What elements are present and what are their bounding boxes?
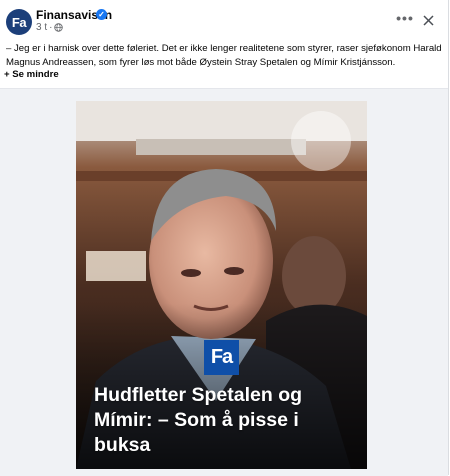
media-container: Fa Hudfletter Spetalen og Mímir: – Som å…	[0, 88, 448, 476]
page-avatar[interactable]: Fa	[6, 9, 32, 35]
finansavisen-logo: Fa	[204, 340, 239, 375]
verified-icon: ✓	[96, 9, 107, 20]
meta-separator: ·	[49, 22, 53, 33]
post-time[interactable]: 3 t	[36, 22, 47, 33]
close-icon	[422, 14, 434, 26]
see-less-button[interactable]: + Se mindre	[4, 69, 59, 80]
more-icon: •••	[396, 10, 414, 26]
image-headline: Hudfletter Spetalen og Mímir: – Som å pi…	[94, 384, 303, 456]
post-meta: 3 t ·	[36, 22, 64, 33]
more-options-button[interactable]: •••	[394, 11, 416, 29]
post-caption: – Jeg er i harnisk over dette føleriet. …	[6, 43, 442, 68]
close-button[interactable]	[418, 10, 438, 30]
post-image[interactable]: Fa Hudfletter Spetalen og Mímir: – Som å…	[76, 101, 367, 469]
globe-icon	[54, 23, 64, 32]
feed-post: Fa Finansavisen ✓ 3 t · ••• – Jeg er i h…	[0, 0, 449, 476]
post-header: Fa Finansavisen ✓ 3 t · •••	[0, 0, 448, 40]
